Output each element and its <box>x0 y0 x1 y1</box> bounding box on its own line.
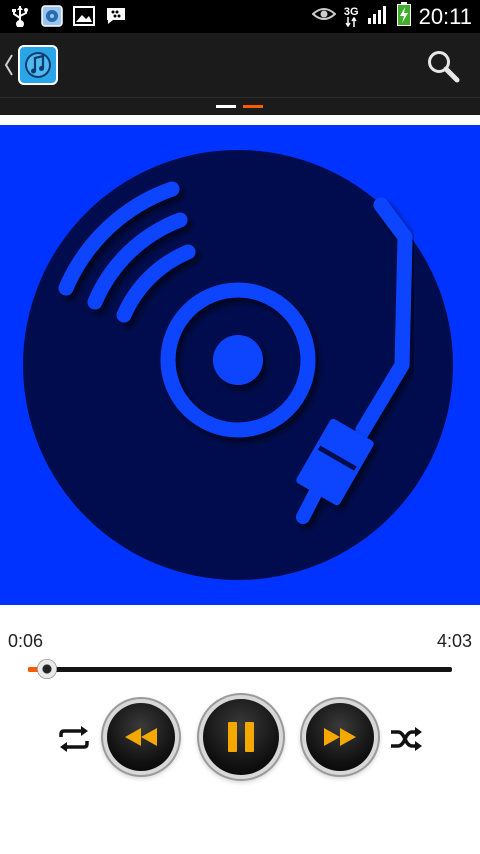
elapsed-time: 0:06 <box>8 631 44 651</box>
shuffle-button[interactable] <box>386 719 426 759</box>
pause-icon <box>228 722 254 752</box>
chevron-left-icon[interactable] <box>4 53 14 82</box>
shuffle-icon <box>391 727 422 751</box>
total-duration: 4:03 <box>436 631 472 651</box>
eye-icon <box>311 6 337 27</box>
page-dot-2-active[interactable] <box>243 105 263 108</box>
music-app-icon[interactable] <box>18 45 58 85</box>
gallery-icon <box>72 4 96 28</box>
fast-forward-button[interactable] <box>306 703 374 771</box>
fast-forward-icon <box>324 728 356 746</box>
signal-icon <box>367 3 389 30</box>
status-clock: 20:11 <box>418 3 472 29</box>
search-button[interactable] <box>426 49 460 83</box>
vinyl-turntable-icon <box>23 150 453 580</box>
pause-button[interactable] <box>203 699 279 775</box>
album-artwork <box>0 125 480 605</box>
repeat-button[interactable] <box>54 719 94 759</box>
playback-controls <box>0 695 480 785</box>
notification-icons <box>8 4 128 28</box>
seek-bar-thumb[interactable] <box>36 659 57 679</box>
search-icon <box>428 51 460 83</box>
seek-bar-track[interactable] <box>28 667 452 672</box>
repeat-icon <box>59 726 89 752</box>
system-icons: 3G 20:11 <box>311 0 472 33</box>
bbm-icon <box>104 4 128 28</box>
network-3g-icon: 3G <box>343 5 359 27</box>
usb-icon <box>8 4 32 28</box>
app-notification-icon <box>40 4 64 28</box>
rewind-icon <box>125 728 157 746</box>
status-bar: 3G 20:11 <box>0 0 480 33</box>
network-type-label: 3G <box>343 5 359 18</box>
rewind-button[interactable] <box>107 703 175 771</box>
page-indicator <box>0 97 480 115</box>
battery-charging-icon <box>396 2 411 31</box>
page-dot-1[interactable] <box>216 105 236 108</box>
action-bar <box>0 33 480 97</box>
